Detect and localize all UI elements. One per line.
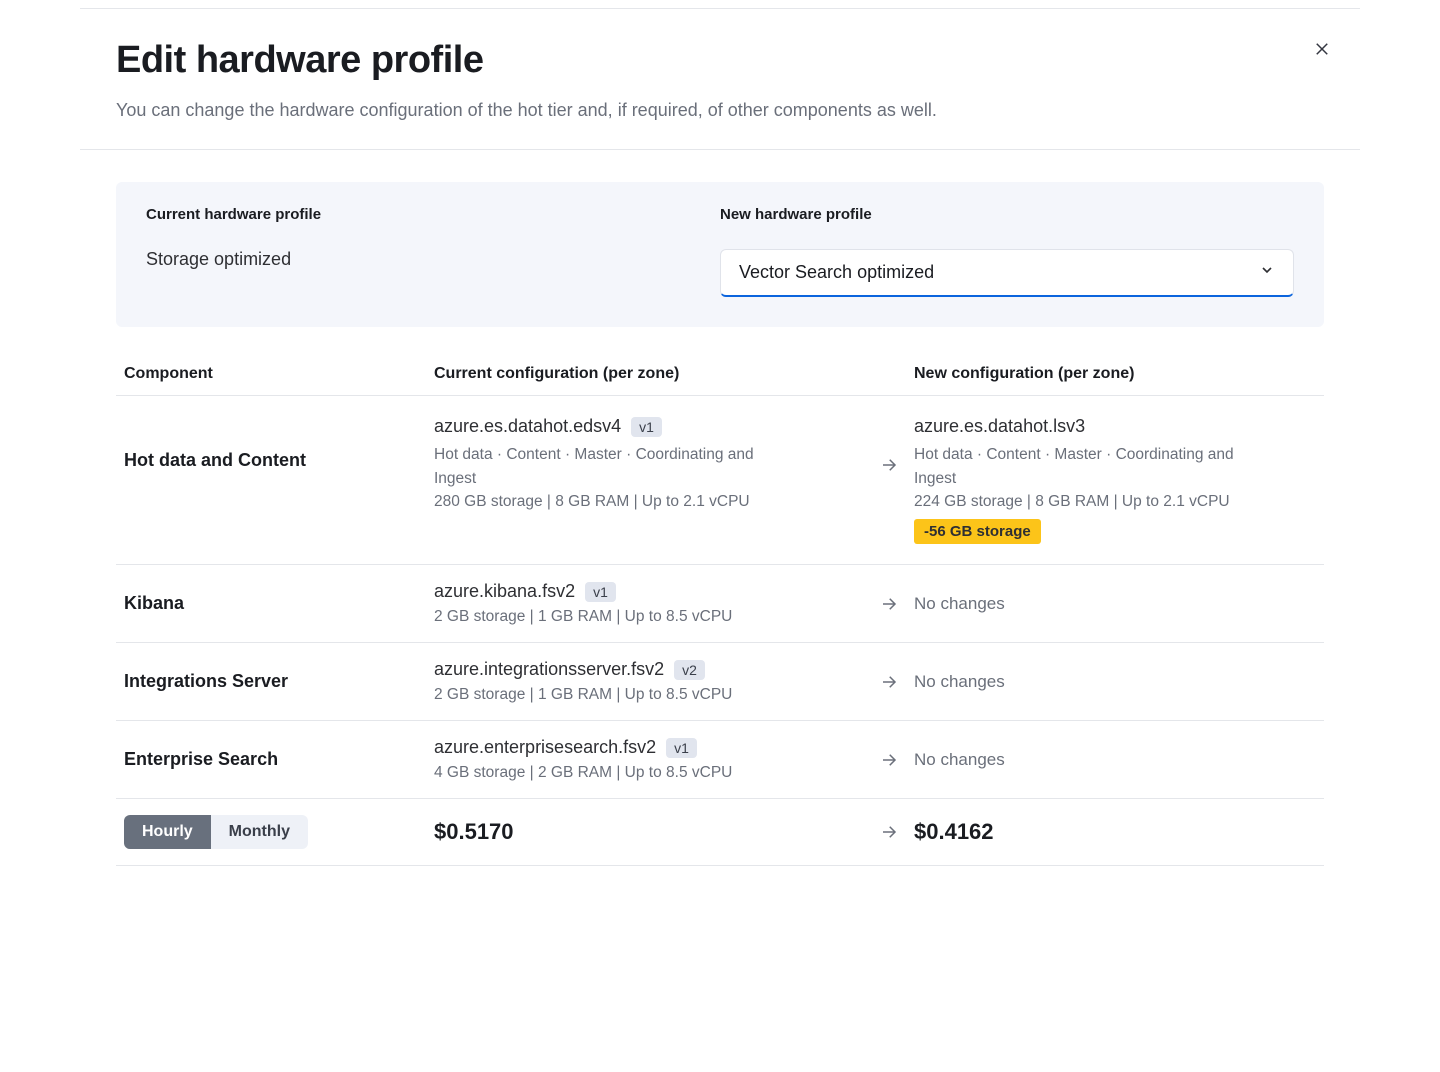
- page-subtitle: You can change the hardware configuratio…: [116, 100, 1324, 121]
- new-price: $0.4162: [914, 819, 994, 844]
- hourly-toggle[interactable]: Hourly: [124, 815, 211, 849]
- current-config-specs: 2 GB storage | 1 GB RAM | Up to 8.5 vCPU: [434, 686, 864, 704]
- arrow-right-icon: [864, 673, 914, 691]
- page-title: Edit hardware profile: [116, 39, 1324, 82]
- version-badge: v1: [585, 582, 616, 602]
- dialog-header: Edit hardware profile You can change the…: [80, 9, 1360, 149]
- current-config-specs: 280 GB storage | 8 GB RAM | Up to 2.1 vC…: [434, 493, 864, 511]
- new-config-roles: Hot data · Content · Master · Coordinati…: [914, 443, 1254, 491]
- no-changes-label: No changes: [914, 750, 1005, 769]
- table-row-enterprise: Enterprise Search azure.enterprisesearch…: [116, 721, 1324, 799]
- current-config-specs: 4 GB storage | 2 GB RAM | Up to 8.5 vCPU: [434, 764, 864, 782]
- current-config-name: azure.integrationsserver.fsv2: [434, 659, 664, 680]
- arrow-right-icon: [864, 751, 914, 769]
- profile-panel: Current hardware profile Storage optimiz…: [116, 182, 1324, 327]
- col-header-new: New configuration (per zone): [914, 365, 1316, 383]
- current-config-specs: 2 GB storage | 1 GB RAM | Up to 8.5 vCPU: [434, 608, 864, 626]
- current-profile-label: Current hardware profile: [146, 206, 720, 223]
- close-icon: [1313, 40, 1331, 63]
- no-changes-label: No changes: [914, 672, 1005, 691]
- table-header: Component Current configuration (per zon…: [116, 355, 1324, 396]
- current-config-name: azure.enterprisesearch.fsv2: [434, 737, 656, 758]
- arrow-right-icon: [864, 416, 914, 474]
- table-row-integrations: Integrations Server azure.integrationsse…: [116, 643, 1324, 721]
- component-name: Enterprise Search: [124, 749, 278, 769]
- close-button[interactable]: [1306, 35, 1338, 67]
- col-header-current: Current configuration (per zone): [434, 365, 864, 383]
- pricing-row: Hourly Monthly $0.5170 $0.4162: [116, 799, 1324, 866]
- chevron-down-icon: [1259, 262, 1275, 283]
- component-name: Hot data and Content: [124, 450, 306, 470]
- new-config-name: azure.es.datahot.lsv3: [914, 416, 1085, 437]
- version-badge: v1: [631, 417, 662, 437]
- new-config-specs: 224 GB storage | 8 GB RAM | Up to 2.1 vC…: [914, 493, 1316, 511]
- arrow-right-icon: [864, 823, 914, 841]
- current-price: $0.5170: [434, 819, 514, 844]
- new-profile-label: New hardware profile: [720, 206, 1294, 223]
- new-profile-select-value: Vector Search optimized: [739, 262, 934, 283]
- component-name: Kibana: [124, 593, 184, 613]
- component-name: Integrations Server: [124, 671, 288, 691]
- current-config-roles: Hot data · Content · Master · Coordinati…: [434, 443, 774, 491]
- current-profile-value: Storage optimized: [146, 249, 720, 270]
- new-profile-select[interactable]: Vector Search optimized: [720, 249, 1294, 297]
- arrow-right-icon: [864, 595, 914, 613]
- monthly-toggle[interactable]: Monthly: [211, 815, 308, 849]
- comparison-table: Component Current configuration (per zon…: [116, 355, 1324, 866]
- billing-period-toggle: Hourly Monthly: [124, 815, 308, 849]
- version-badge: v1: [666, 738, 697, 758]
- table-row-hot-data: Hot data and Content azure.es.datahot.ed…: [116, 396, 1324, 565]
- col-header-component: Component: [124, 365, 434, 383]
- storage-delta-badge: -56 GB storage: [914, 519, 1041, 544]
- current-config-name: azure.kibana.fsv2: [434, 581, 575, 602]
- current-config-name: azure.es.datahot.edsv4: [434, 416, 621, 437]
- table-row-kibana: Kibana azure.kibana.fsv2 v1 2 GB storage…: [116, 565, 1324, 643]
- no-changes-label: No changes: [914, 594, 1005, 613]
- version-badge: v2: [674, 660, 705, 680]
